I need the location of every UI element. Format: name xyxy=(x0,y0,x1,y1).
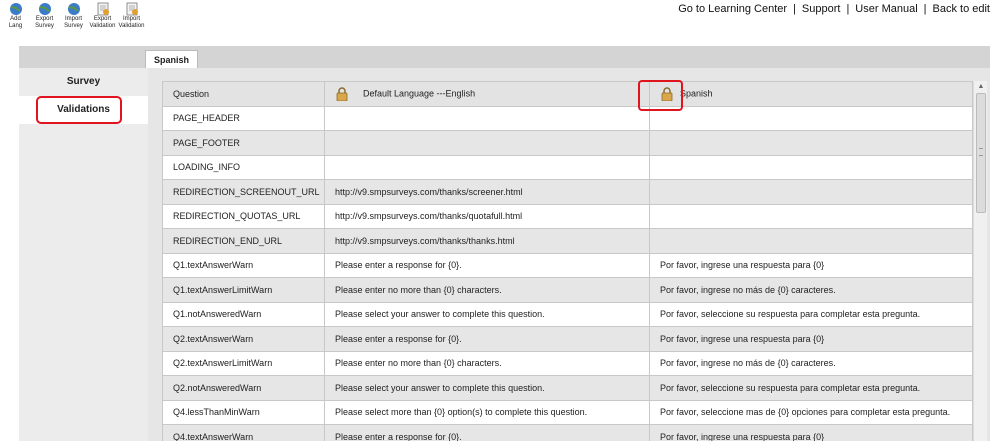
user-manual-link[interactable]: User Manual xyxy=(855,3,917,15)
support-link[interactable]: Support xyxy=(802,3,841,15)
question-cell: Q2.notAnsweredWarn xyxy=(162,375,325,401)
spanish-cell[interactable]: Por favor, seleccione su respuesta para … xyxy=(649,301,973,327)
question-cell: LOADING_INFO xyxy=(162,154,325,180)
globe-import-button[interactable]: Import Survey xyxy=(60,0,87,34)
learning-center-link[interactable]: Go to Learning Center xyxy=(678,3,787,15)
globe-add-icon xyxy=(9,3,22,15)
toolbar-label: Add Lang xyxy=(8,16,23,29)
spanish-cell[interactable]: Por favor, ingrese una respuesta para {0… xyxy=(649,424,973,441)
globe-add-button[interactable]: Add Lang xyxy=(2,0,29,34)
spanish-cell[interactable] xyxy=(649,203,973,229)
spanish-cell[interactable]: Por favor, ingrese no más de {0} caracte… xyxy=(649,350,973,376)
question-cell: REDIRECTION_SCREENOUT_URL xyxy=(162,179,325,205)
doc-export-button[interactable]: Export Validation xyxy=(89,0,116,34)
spanish-cell[interactable] xyxy=(649,130,973,156)
english-cell[interactable]: Please enter no more than {0} characters… xyxy=(324,350,650,376)
spanish-cell[interactable] xyxy=(649,154,973,180)
vertical-scrollbar[interactable]: ▲ xyxy=(973,81,987,441)
table-row: PAGE_HEADER xyxy=(162,105,973,131)
english-cell[interactable]: Please enter a response for {0}. xyxy=(324,424,650,441)
question-cell: Q2.textAnswerLimitWarn xyxy=(162,350,325,376)
table-row: Q4.textAnswerWarn Please enter a response… xyxy=(162,424,973,441)
table-header-row: Question Default Language ---English Spa… xyxy=(162,81,973,107)
back-to-edit-link[interactable]: Back to edit xyxy=(933,3,990,15)
doc-import-button[interactable]: Import Validation xyxy=(118,0,145,34)
toolbar-label: Export Survey xyxy=(35,16,54,29)
doc-export-icon xyxy=(97,2,109,16)
table-row: REDIRECTION_END_URL http://v9.smpsurveys.… xyxy=(162,228,973,254)
table-row: Q1.notAnsweredWarn Please select your ans… xyxy=(162,301,973,327)
spanish-cell[interactable]: Por favor, seleccione mas de {0} opcione… xyxy=(649,399,973,425)
doc-import-icon xyxy=(126,2,138,16)
table-row: Q2.notAnsweredWarn Please select your ans… xyxy=(162,375,973,401)
question-cell: Q4.lessThanMinWarn xyxy=(162,399,325,425)
question-cell: Q1.textAnswerLimitWarn xyxy=(162,277,325,303)
top-links: Go to Learning Center | Support | User Manua… xyxy=(678,3,990,15)
table-row: REDIRECTION_QUOTAS_URL http://v9.smpsurve… xyxy=(162,203,973,229)
toolbar-label: Import Validation xyxy=(118,16,145,29)
link-separator: | xyxy=(793,3,796,15)
spanish-cell[interactable]: Por favor, seleccione su respuesta para … xyxy=(649,375,973,401)
link-separator: | xyxy=(923,3,927,15)
table-row: Q1.textAnswerLimitWarn Please enter no mo… xyxy=(162,277,973,303)
globe-export-icon xyxy=(38,3,51,15)
col-default-language: Default Language ---English xyxy=(324,81,650,107)
validations-highlight xyxy=(36,96,122,124)
toolbar: Add Lang Export Survey Import Survey Export… xyxy=(0,0,145,34)
scroll-up-arrow-icon[interactable]: ▲ xyxy=(974,81,988,93)
col-spanish-label: Spanish xyxy=(680,88,713,99)
question-cell: REDIRECTION_QUOTAS_URL xyxy=(162,203,325,229)
scroll-thumb[interactable] xyxy=(976,93,986,213)
question-cell: Q2.textAnswerWarn xyxy=(162,326,325,352)
english-cell[interactable] xyxy=(324,105,650,131)
toolbar-label: Export Validation xyxy=(89,16,116,29)
nav-survey[interactable]: Survey xyxy=(19,68,148,96)
col-spanish: Spanish xyxy=(649,81,973,107)
spanish-cell[interactable] xyxy=(649,179,973,205)
toolbar-label: Import Survey xyxy=(64,16,83,29)
spanish-cell[interactable]: Por favor, ingrese no más de {0} caracte… xyxy=(649,277,973,303)
english-cell[interactable] xyxy=(324,154,650,180)
question-cell: PAGE_FOOTER xyxy=(162,130,325,156)
spanish-cell[interactable]: Por favor, ingrese una respuesta para {0… xyxy=(649,326,973,352)
table-row: PAGE_FOOTER xyxy=(162,130,973,156)
table-row: Q1.textAnswerWarn Please enter a response… xyxy=(162,252,973,278)
english-cell[interactable]: http://v9.smpsurveys.com/thanks/screener… xyxy=(324,179,650,205)
english-cell[interactable] xyxy=(324,130,650,156)
globe-import-icon xyxy=(67,3,80,15)
table-row: Q4.lessThanMinWarn Please select more tha… xyxy=(162,399,973,425)
spanish-cell[interactable] xyxy=(649,228,973,254)
english-cell[interactable]: Please select your answer to complete th… xyxy=(324,301,650,327)
validation-table: Question Default Language ---English Spa… xyxy=(162,81,973,441)
table-row: Q2.textAnswerLimitWarn Please enter no mo… xyxy=(162,350,973,376)
english-cell[interactable]: http://v9.smpsurveys.com/thanks/quotaful… xyxy=(324,203,650,229)
question-cell: Q4.textAnswerWarn xyxy=(162,424,325,441)
table-row: LOADING_INFO xyxy=(162,154,973,180)
english-cell[interactable]: Please enter no more than {0} characters… xyxy=(324,277,650,303)
english-cell[interactable]: Please select more than {0} option(s) to… xyxy=(324,399,650,425)
globe-export-button[interactable]: Export Survey xyxy=(31,0,58,34)
tab-spanish[interactable]: Spanish xyxy=(145,50,199,69)
question-cell: PAGE_HEADER xyxy=(162,105,325,131)
table-row: REDIRECTION_SCREENOUT_URL http://v9.smpsu… xyxy=(162,179,973,205)
link-separator: | xyxy=(846,3,850,15)
spanish-cell[interactable] xyxy=(649,105,973,131)
col-default-language-label: Default Language ---English xyxy=(363,88,476,99)
col-question: Question xyxy=(162,81,325,107)
spanish-lock-highlight xyxy=(638,80,683,111)
question-cell: Q1.textAnswerWarn xyxy=(162,252,325,278)
table-row: Q2.textAnswerWarn Please enter a response… xyxy=(162,326,973,352)
english-cell[interactable]: Please enter a response for {0}. xyxy=(324,252,650,278)
question-cell: Q1.notAnsweredWarn xyxy=(162,301,325,327)
english-cell[interactable]: Please select your answer to complete th… xyxy=(324,375,650,401)
lock-icon[interactable] xyxy=(335,87,349,102)
english-cell[interactable]: Please enter a response for {0}. xyxy=(324,326,650,352)
english-cell[interactable]: http://v9.smpsurveys.com/thanks/thanks.h… xyxy=(324,228,650,254)
question-cell: REDIRECTION_END_URL xyxy=(162,228,325,254)
spanish-cell[interactable]: Por favor, ingrese una respuesta para {0… xyxy=(649,252,973,278)
